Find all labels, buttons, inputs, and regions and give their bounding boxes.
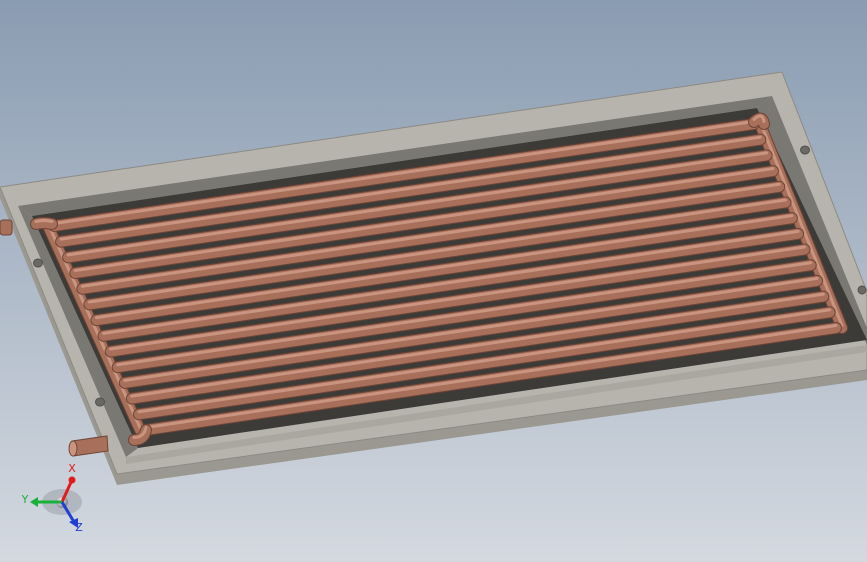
y-axis-label: Y [21, 493, 29, 506]
x-axis-label: X [68, 462, 76, 475]
tube-elbow [31, 218, 57, 229]
inlet-stub[interactable] [0, 219, 13, 236]
graphics-viewport[interactable]: X Y Z [0, 0, 867, 562]
tube-elbow-highlight [34, 219, 54, 223]
z-axis-label: Z [75, 521, 83, 534]
mount-hole[interactable] [800, 145, 810, 155]
model-scene[interactable]: X Y Z [0, 0, 867, 562]
x-axis-tip [68, 476, 76, 484]
mount-hole[interactable] [95, 397, 105, 407]
mount-hole[interactable] [857, 285, 867, 295]
mount-hole[interactable] [33, 258, 43, 268]
